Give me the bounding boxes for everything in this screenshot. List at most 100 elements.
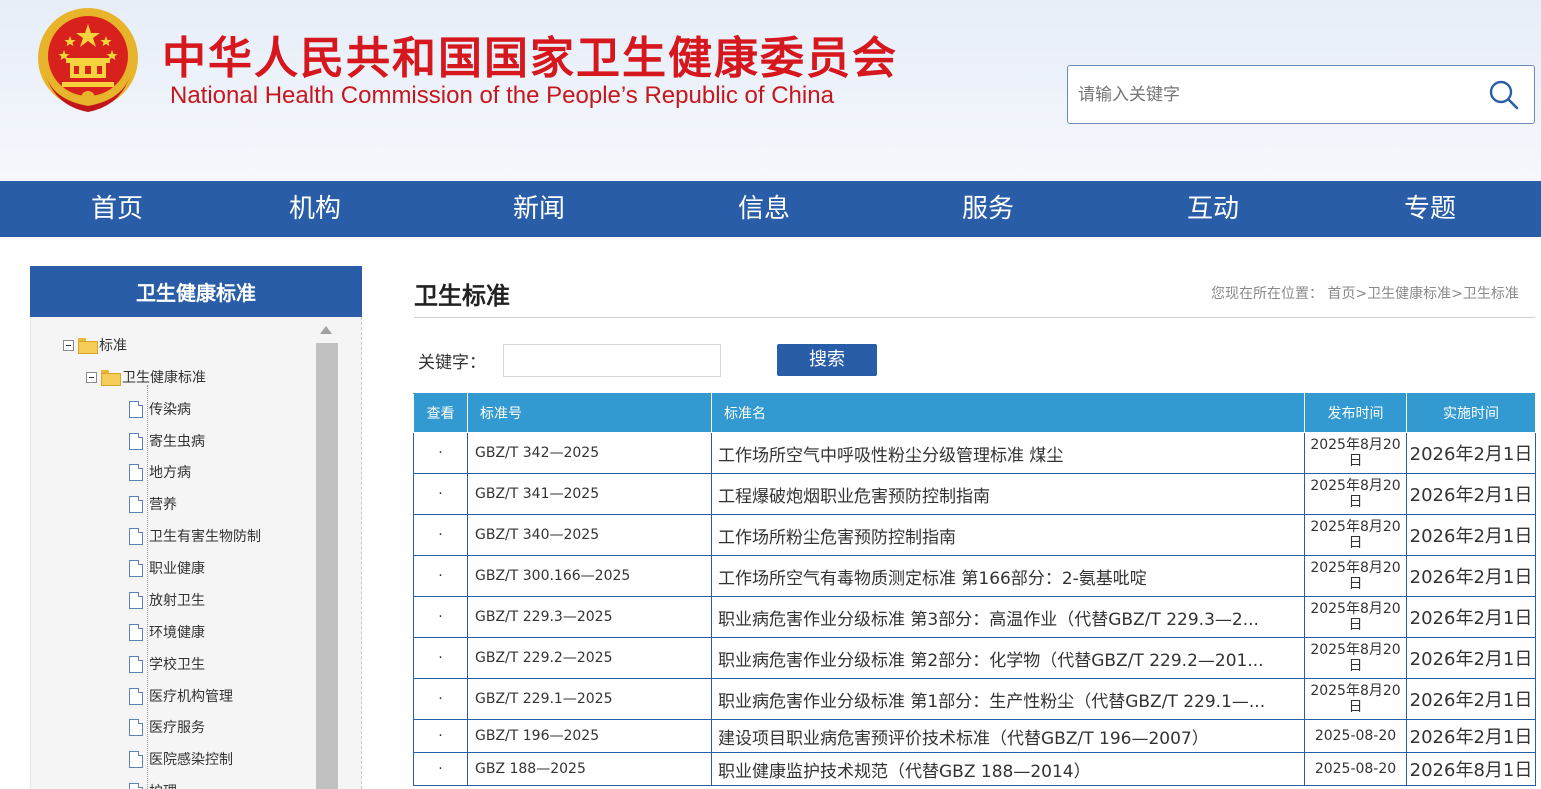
published-date: 2025年8月20日 (1304, 555, 1407, 597)
page-title: 卫生标准 (414, 282, 510, 310)
tree-leaf-pest-control[interactable]: 卫生有害生物防制 (129, 524, 261, 548)
site-search (1067, 65, 1535, 124)
standard-code: GBZ/T 342—2025 (467, 432, 712, 474)
view-link[interactable]: · (413, 555, 468, 597)
document-icon (129, 527, 143, 545)
site-header: 中华人民共和国国家卫生健康委员会 National Health Commiss… (0, 0, 1541, 181)
tree-leaf-label: 卫生有害生物防制 (149, 529, 261, 545)
published-date: 2025年8月20日 (1304, 514, 1407, 556)
view-link[interactable]: · (413, 637, 468, 679)
effective-date: 2026年2月1日 (1406, 637, 1536, 679)
view-link[interactable]: · (413, 719, 468, 753)
view-link[interactable]: · (413, 514, 468, 556)
breadcrumb-health-standards[interactable]: 卫生健康标准 (1367, 286, 1451, 302)
standard-name-link[interactable]: 职业病危害作业分级标准 第2部分：化学物（代替GBZ/T 229.2—201..… (711, 637, 1305, 679)
standard-name-link[interactable]: 工作场所粉尘危害预防控制指南 (711, 514, 1305, 556)
tree-node-label: 标准 (99, 338, 127, 354)
document-icon (129, 750, 143, 768)
published-date: 2025-08-20 (1304, 719, 1407, 753)
nav-item-organization[interactable]: 机构 (264, 181, 366, 237)
sidebar-title: 卫生健康标准 (30, 266, 362, 317)
published-date: 2025年8月20日 (1304, 637, 1407, 679)
keyword-input[interactable] (503, 344, 721, 377)
tree-leaf-label: 护理 (149, 781, 177, 789)
standard-code: GBZ/T 229.2—2025 (467, 637, 712, 679)
standard-name-link[interactable]: 工程爆破炮烟职业危害预防控制指南 (711, 473, 1305, 515)
nav-item-interaction[interactable]: 互动 (1162, 181, 1264, 237)
published-date: 2025年8月20日 (1304, 678, 1407, 720)
tree-node-health-standards[interactable]: 卫生健康标准 (86, 365, 206, 389)
tree-leaf-medical-institution-management[interactable]: 医疗机构管理 (129, 684, 233, 708)
column-header-name: 标准名 (711, 393, 1305, 433)
standards-table: 查看 标准号 标准名 发布时间 实施时间 · GBZ/T 342—2025 工作… (413, 393, 1536, 786)
nav-item-information[interactable]: 信息 (713, 181, 815, 237)
view-link[interactable]: · (413, 752, 468, 786)
published-date: 2025年8月20日 (1304, 432, 1407, 474)
breadcrumb-current[interactable]: 卫生标准 (1463, 286, 1519, 302)
collapse-icon[interactable] (63, 339, 74, 351)
breadcrumb-home[interactable]: 首页 (1327, 286, 1355, 302)
nav-item-services[interactable]: 服务 (937, 181, 1039, 237)
tree-leaf-nursing[interactable]: 护理 (129, 779, 177, 789)
document-icon (129, 591, 143, 609)
collapse-icon[interactable] (86, 371, 97, 383)
tree-leaf-nutrition[interactable]: 营养 (129, 492, 177, 516)
view-link[interactable]: · (413, 432, 468, 474)
table-row: · GBZ/T 342—2025 工作场所空气中呼吸性粉尘分级管理标准 煤尘 2… (413, 432, 1536, 474)
tree-leaf-infectious-disease[interactable]: 传染病 (129, 397, 191, 421)
tree-leaf-endemic-disease[interactable]: 地方病 (129, 460, 191, 484)
nav-item-topics[interactable]: 专题 (1379, 181, 1481, 237)
tree-leaf-school-health[interactable]: 学校卫生 (129, 652, 205, 676)
sidebar-scrollbar[interactable] (316, 343, 338, 789)
site-title-cn: 中华人民共和国国家卫生健康委员会 (162, 33, 898, 84)
standard-name-link[interactable]: 工作场所空气有毒物质测定标准 第166部分：2-氨基吡啶 (711, 555, 1305, 597)
document-icon (129, 718, 143, 736)
document-icon (129, 432, 143, 450)
column-header-code: 标准号 (467, 393, 712, 433)
standard-name-link[interactable]: 建设项目职业病危害预评价技术标准（代替GBZ/T 196—2007） (711, 719, 1305, 753)
standard-name-link[interactable]: 职业病危害作业分级标准 第1部分：生产性粉尘（代替GBZ/T 229.1—... (711, 678, 1305, 720)
scroll-up-arrow-icon[interactable] (320, 326, 332, 334)
tree-leaf-parasitic-disease[interactable]: 寄生虫病 (129, 429, 205, 453)
tree-leaf-radiation-health[interactable]: 放射卫生 (129, 588, 205, 612)
breadcrumb-prefix: 您现在所在位置： (1211, 286, 1323, 302)
standard-code: GBZ/T 300.166—2025 (467, 555, 712, 597)
top-utility-icons (1068, 0, 1338, 4)
table-row: · GBZ/T 341—2025 工程爆破炮烟职业危害预防控制指南 2025年8… (413, 473, 1536, 515)
table-row: · GBZ/T 300.166—2025 工作场所空气有毒物质测定标准 第166… (413, 555, 1536, 597)
tree-node-standards[interactable]: 标准 (63, 333, 127, 357)
tree-leaf-environmental-health[interactable]: 环境健康 (129, 620, 205, 644)
standard-code: GBZ/T 229.1—2025 (467, 678, 712, 720)
table-row: · GBZ 188—2025 职业健康监护技术规范（代替GBZ 188—2014… (413, 752, 1536, 786)
view-link[interactable]: · (413, 473, 468, 515)
standard-code: GBZ/T 340—2025 (467, 514, 712, 556)
document-icon (129, 655, 143, 673)
standard-name-link[interactable]: 工作场所空气中呼吸性粉尘分级管理标准 煤尘 (711, 432, 1305, 474)
search-input[interactable] (1078, 80, 1468, 110)
standard-code: GBZ/T 341—2025 (467, 473, 712, 515)
search-button[interactable]: 搜索 (777, 344, 877, 376)
tree-leaf-medical-services[interactable]: 医疗服务 (129, 715, 205, 739)
document-icon (129, 623, 143, 641)
nav-item-home[interactable]: 首页 (66, 181, 168, 237)
site-title-en: National Health Commission of the People… (170, 82, 834, 109)
standard-name-link[interactable]: 职业病危害作业分级标准 第3部分：高温作业（代替GBZ/T 229.3—2... (711, 596, 1305, 638)
standard-name-link[interactable]: 职业健康监护技术规范（代替GBZ 188—2014） (711, 752, 1305, 786)
tree-leaf-occupational-health[interactable]: 职业健康 (129, 556, 205, 580)
search-icon[interactable] (1488, 79, 1520, 111)
effective-date: 2026年2月1日 (1406, 678, 1536, 720)
table-header-row: 查看 标准号 标准名 发布时间 实施时间 (413, 393, 1536, 433)
nav-item-news[interactable]: 新闻 (488, 181, 590, 237)
standard-code: GBZ/T 229.3—2025 (467, 596, 712, 638)
folder-open-icon (101, 370, 121, 386)
effective-date: 2026年2月1日 (1406, 473, 1536, 515)
table-row: · GBZ/T 229.1—2025 职业病危害作业分级标准 第1部分：生产性粉… (413, 678, 1536, 720)
view-link[interactable]: · (413, 596, 468, 638)
effective-date: 2026年2月1日 (1406, 432, 1536, 474)
published-date: 2025-08-20 (1304, 752, 1407, 786)
view-link[interactable]: · (413, 678, 468, 720)
effective-date: 2026年2月1日 (1406, 596, 1536, 638)
tree-leaf-label: 放射卫生 (149, 593, 205, 609)
tree-leaf-infection-control[interactable]: 医院感染控制 (129, 747, 233, 771)
title-divider (414, 317, 1535, 318)
